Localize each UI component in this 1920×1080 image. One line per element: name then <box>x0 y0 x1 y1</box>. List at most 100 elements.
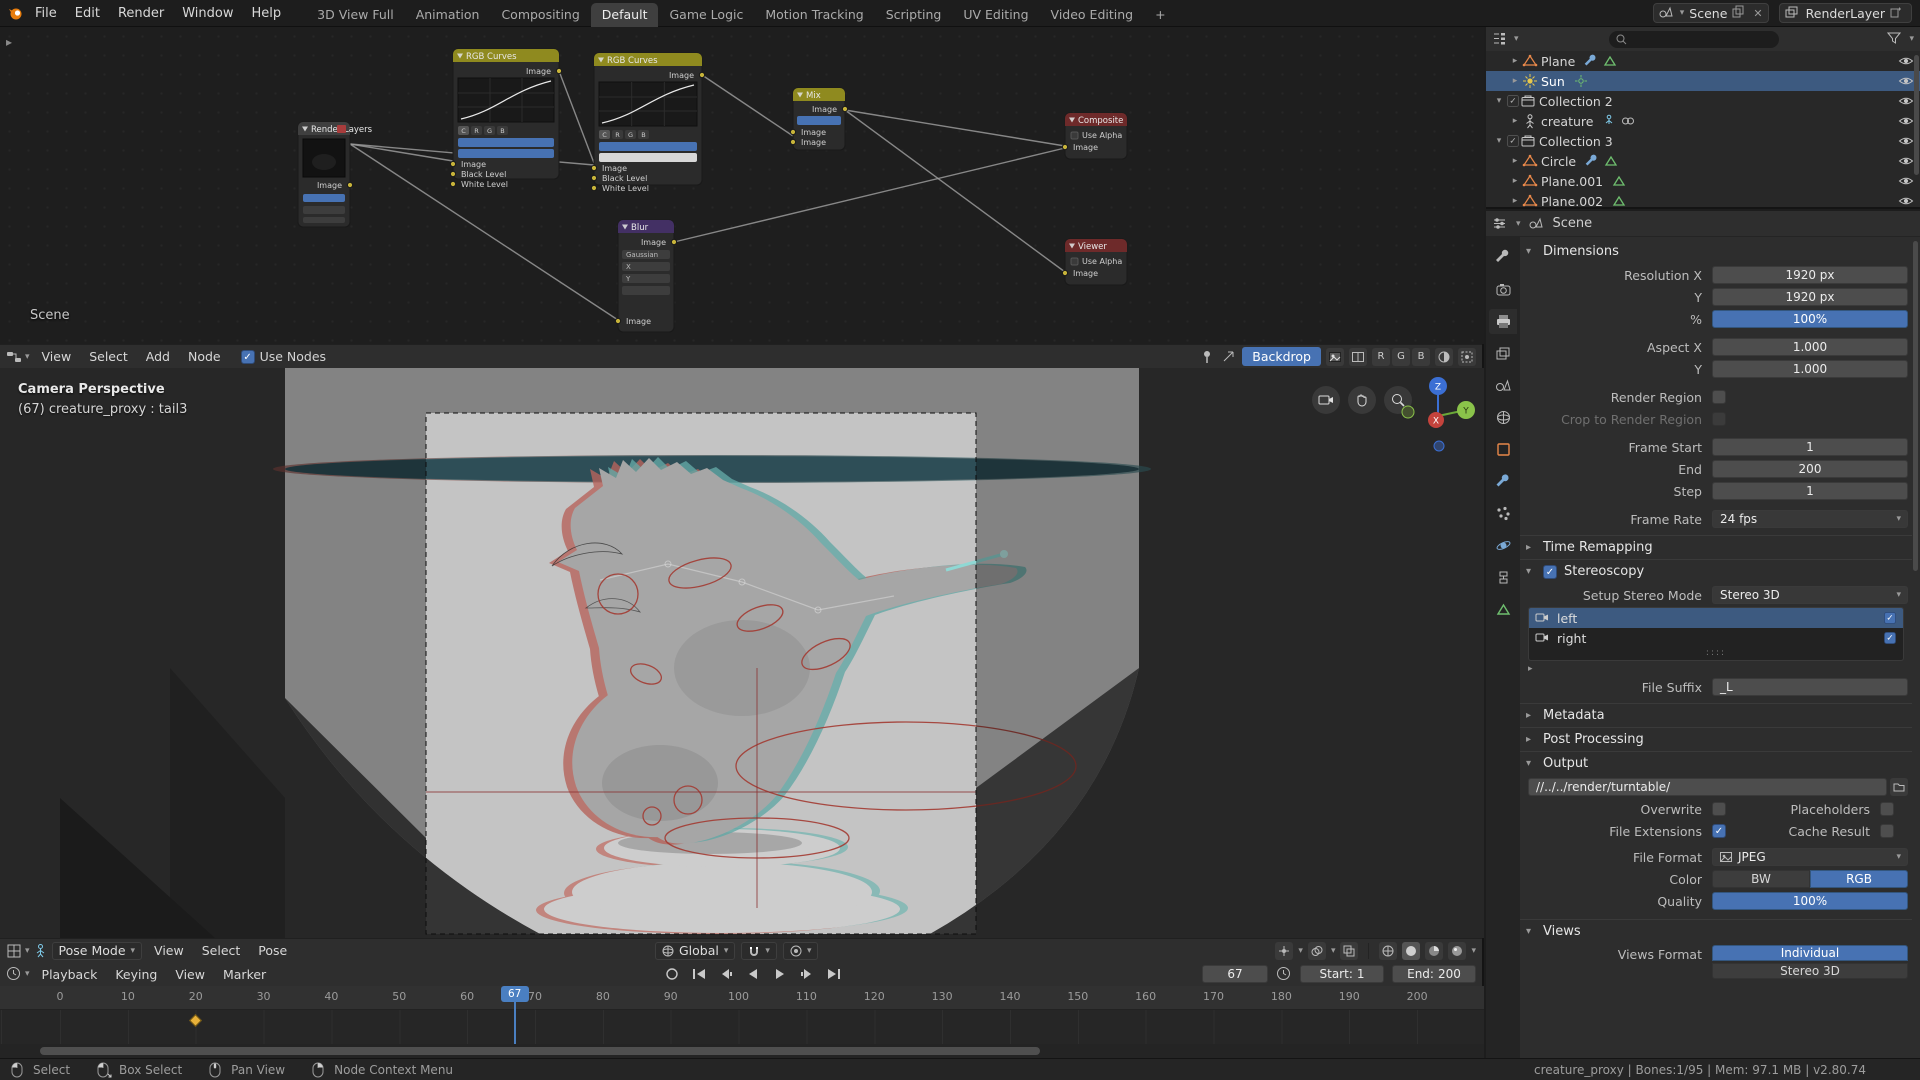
current-frame-field[interactable]: 67 <box>1202 965 1268 983</box>
stereo-view-left[interactable]: left <box>1529 608 1903 628</box>
scene-name[interactable]: Scene <box>1689 6 1727 21</box>
play-button[interactable] <box>768 965 792 983</box>
alpha-channel-icon[interactable] <box>1435 348 1453 366</box>
viewport-canvas[interactable] <box>0 368 1484 938</box>
properties-tab-object-data[interactable] <box>1489 597 1517 622</box>
resolution-percent-slider[interactable]: 100% <box>1712 310 1908 328</box>
backdrop-image-icon[interactable] <box>1326 348 1344 366</box>
node-menu-node[interactable]: Node <box>179 346 230 367</box>
outliner-search[interactable] <box>1609 31 1779 48</box>
outliner-item-plane-002[interactable]: ▸Plane.002 <box>1486 191 1920 209</box>
panel-metadata[interactable]: ▸Metadata <box>1520 703 1912 727</box>
timeline-ruler[interactable]: 0102030405060708090100110120130140150160… <box>0 986 1484 1010</box>
overlays-icon[interactable] <box>1308 942 1326 960</box>
pan-hand-icon[interactable] <box>1348 386 1376 414</box>
stereoscopy-checkbox[interactable] <box>1543 565 1557 579</box>
gizmo-z-negative[interactable] <box>1434 441 1444 451</box>
node-menu-add[interactable]: Add <box>137 346 179 367</box>
properties-tab-output[interactable] <box>1489 309 1517 334</box>
visibility-eye-icon[interactable] <box>1898 173 1914 189</box>
collection-checkbox[interactable] <box>1507 95 1519 107</box>
workspace-tab-video-editing[interactable]: Video Editing <box>1040 3 1145 27</box>
blender-logo-icon[interactable] <box>8 5 24 21</box>
jump-to-end-button[interactable] <box>822 965 846 983</box>
xray-toggle-icon[interactable] <box>1340 942 1358 960</box>
node-0-render-layers[interactable]: Render LayersImage <box>298 122 373 227</box>
viewport-menu-select[interactable]: Select <box>193 940 250 961</box>
menu-window[interactable]: Window <box>173 3 242 24</box>
workspace-tab-game-logic[interactable]: Game Logic <box>658 3 754 27</box>
properties-scrollbar[interactable] <box>1913 241 1918 571</box>
gizmo-z-axis[interactable]: Z <box>1435 383 1441 393</box>
outliner-item-sun[interactable]: ▸Sun <box>1486 71 1920 91</box>
aspect-x-field[interactable]: 1.000 <box>1712 338 1908 356</box>
viewport-menu-pose[interactable]: Pose <box>249 940 296 961</box>
panel-output[interactable]: ▾Output <box>1520 751 1912 775</box>
overwrite-checkbox[interactable] <box>1712 802 1726 816</box>
timeline-menu-marker[interactable]: Marker <box>214 964 275 985</box>
use-nodes-checkbox[interactable] <box>241 350 255 364</box>
visibility-eye-icon[interactable] <box>1898 73 1914 89</box>
node-3-mix[interactable]: MixImageImageImage <box>790 88 847 150</box>
properties-tab-world[interactable] <box>1489 405 1517 430</box>
visibility-eye-icon[interactable] <box>1898 93 1914 109</box>
properties-tab-particles[interactable] <box>1489 501 1517 526</box>
timeline-channels[interactable] <box>0 1010 1484 1044</box>
scene-selector[interactable]: ▾ Scene ✕ <box>1653 3 1769 23</box>
workspace-tab-default[interactable]: Default <box>591 3 659 27</box>
workspace-tab-scripting[interactable]: Scripting <box>875 3 953 27</box>
channel-g-button[interactable]: G <box>1392 348 1410 366</box>
panel-views[interactable]: ▾Views <box>1520 919 1912 943</box>
node-6-blur[interactable]: BlurImageGaussianXYImage <box>615 220 676 332</box>
color-bw-button[interactable]: BW <box>1712 870 1810 888</box>
previous-keyframe-button[interactable] <box>714 965 738 983</box>
next-keyframe-button[interactable] <box>795 965 819 983</box>
crop-region-checkbox[interactable] <box>1712 412 1726 426</box>
viewport-menu-view[interactable]: View <box>145 940 193 961</box>
backdrop-button[interactable]: Backdrop <box>1242 347 1321 366</box>
proportional-edit-dropdown[interactable]: ▾ <box>783 942 819 960</box>
outliner-search-input[interactable] <box>1631 32 1761 46</box>
frame-end-field[interactable]: 200 <box>1712 460 1908 478</box>
new-layer-icon[interactable] <box>1890 5 1906 21</box>
properties-tab-scene[interactable] <box>1489 373 1517 398</box>
workspace-tab-uv-editing[interactable]: UV Editing <box>952 3 1039 27</box>
render-region-checkbox[interactable] <box>1712 390 1726 404</box>
node-menu-view[interactable]: View <box>33 346 81 367</box>
quality-slider[interactable]: 100% <box>1712 892 1908 910</box>
node-menu-select[interactable]: Select <box>80 346 137 367</box>
stereo-mode-dropdown[interactable]: Stereo 3D <box>1712 586 1908 604</box>
panel-stereoscopy[interactable]: ▾Stereoscopy <box>1520 559 1912 583</box>
cache-result-checkbox[interactable] <box>1880 824 1894 838</box>
menu-edit[interactable]: Edit <box>66 3 109 24</box>
resolution-y-field[interactable]: 1920 px <box>1712 288 1908 306</box>
transform-orientation-dropdown[interactable]: Global▾ <box>655 942 735 960</box>
node-5-viewer[interactable]: ViewerUse AlphaImage <box>1062 239 1127 285</box>
workspace-tab-3d-view-full[interactable]: 3D View Full <box>306 3 405 27</box>
visibility-eye-icon[interactable] <box>1898 193 1914 209</box>
color-rgb-button[interactable]: RGB <box>1810 870 1908 888</box>
viewlayer-selector[interactable]: RenderLayer <box>1779 3 1912 23</box>
collection-checkbox[interactable] <box>1507 135 1519 147</box>
channel-b-button[interactable]: B <box>1412 348 1430 366</box>
views-format-stereo3d-button[interactable]: Stereo 3D <box>1712 963 1908 979</box>
aspect-y-field[interactable]: 1.000 <box>1712 360 1908 378</box>
editor-type-icon[interactable] <box>1492 216 1508 232</box>
copies-icon[interactable] <box>1732 5 1748 21</box>
expand-arrow[interactable]: ▸ <box>1508 156 1522 166</box>
parent-links-icon[interactable] <box>1221 349 1237 365</box>
playhead[interactable]: 67 <box>514 986 516 1044</box>
frame-start-field[interactable]: 1 <box>1712 438 1908 456</box>
outliner-scrollbar[interactable] <box>1914 55 1919 175</box>
outliner-item-plane-001[interactable]: ▸Plane.001 <box>1486 171 1920 191</box>
mode-dropdown[interactable]: Pose Mode▾ <box>52 942 143 960</box>
gizmo-dropdown-chevron[interactable]: ▾ <box>1298 946 1303 956</box>
expand-arrow[interactable]: ▸ <box>1508 176 1522 186</box>
show-gizmo-icon[interactable] <box>1275 942 1293 960</box>
editor-type-icon[interactable] <box>1492 31 1508 47</box>
frame-step-field[interactable]: 1 <box>1712 482 1908 500</box>
jump-to-start-button[interactable] <box>687 965 711 983</box>
visibility-eye-icon[interactable] <box>1898 153 1914 169</box>
timeline-menu-playback[interactable]: Playback <box>33 964 107 985</box>
filter-dropdown-chevron[interactable]: ▾ <box>1909 34 1914 44</box>
